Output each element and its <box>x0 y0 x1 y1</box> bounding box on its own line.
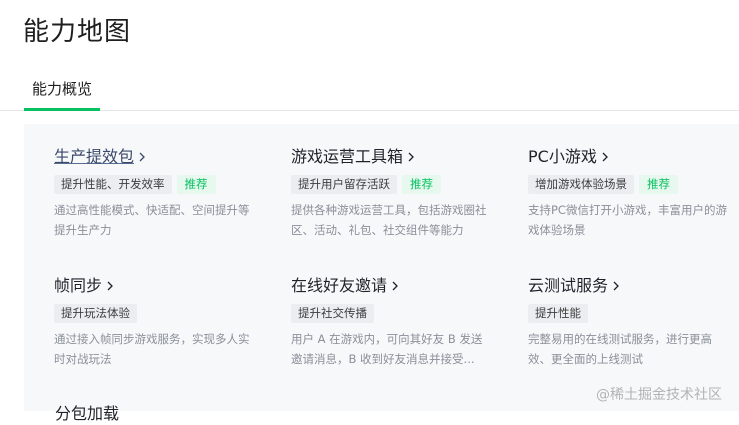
card-title-link[interactable]: PC小游戏 <box>528 146 738 168</box>
chevron-right-icon <box>107 281 113 291</box>
recommend-badge: 推荐 <box>176 175 216 194</box>
feature-tag: 提升玩法体验 <box>54 304 137 323</box>
card-title-text: PC小游戏 <box>528 147 597 166</box>
card-description: 用户 A 在游戏内，可向其好友 B 发送邀请消息，B 收到好友消息并接受... <box>291 332 483 366</box>
card-description: 提供各种游戏运营工具，包括游戏圈社区、活动、礼包、社交组件等能力 <box>291 203 487 237</box>
recommend-badge: 推荐 <box>639 175 678 194</box>
chevron-right-icon <box>392 281 398 291</box>
card-title-text: 云测试服务 <box>528 276 609 295</box>
card-title-link[interactable]: 在线好友邀请 <box>291 275 501 297</box>
card-description: 通过接入帧同步游戏服务，实现多人实时对战玩法 <box>54 332 250 366</box>
watermark-text: @稀土掘金技术社区 <box>596 387 722 403</box>
feature-tag: 提升性能 <box>528 304 588 323</box>
card-title-partial[interactable]: 分包加载 <box>55 403 119 425</box>
card-title-link[interactable]: 帧同步 <box>54 275 264 297</box>
card-title-link[interactable]: 云测试服务 <box>528 275 738 297</box>
capability-card-friend-invite: 在线好友邀请 提升社交传播 用户 A 在游戏内，可向其好友 B 发送邀请消息，B… <box>291 275 501 369</box>
card-description: 通过高性能模式、快适配、空间提升等提升生产力 <box>54 203 250 237</box>
capability-card-pc-minigame: PC小游戏 增加游戏体验场景 推荐 支持PC微信打开小游戏，丰富用户的游戏体验场景 <box>528 146 738 240</box>
chevron-right-icon <box>613 281 619 291</box>
chevron-right-icon <box>139 152 145 162</box>
tab-capability-overview[interactable]: 能力概览 <box>24 78 100 111</box>
feature-tag: 提升社交传播 <box>291 304 374 323</box>
feature-tag: 增加游戏体验场景 <box>528 175 634 194</box>
card-title-text: 生产提效包 <box>54 147 135 166</box>
capability-card-cloud-testing: 云测试服务 提升性能 完整易用的在线测试服务，进行更高效、更全面的上线测试 <box>528 275 738 369</box>
feature-tag: 提升性能、开发效率 <box>54 175 172 194</box>
card-title-text: 在线好友邀请 <box>291 276 388 295</box>
card-description: 支持PC微信打开小游戏，丰富用户的游戏体验场景 <box>528 203 727 237</box>
recommend-badge: 推荐 <box>402 175 441 194</box>
page-title: 能力地图 <box>23 17 132 47</box>
capability-card-frame-sync: 帧同步 提升玩法体验 通过接入帧同步游戏服务，实现多人实时对战玩法 <box>54 275 264 369</box>
feature-tag: 提升用户留存活跃 <box>291 175 397 194</box>
card-title-link[interactable]: 游戏运营工具箱 <box>291 146 501 168</box>
tab-bar: 能力概览 <box>0 70 739 111</box>
capability-card-ops-toolbox: 游戏运营工具箱 提升用户留存活跃 推荐 提供各种游戏运营工具，包括游戏圈社区、活动… <box>291 146 501 240</box>
capability-card-productivity: 生产提效包 提升性能、开发效率 推荐 通过高性能模式、快适配、空间提升等提升生产力 <box>54 146 264 240</box>
card-title-text: 帧同步 <box>54 276 103 295</box>
card-title-link[interactable]: 生产提效包 <box>54 146 264 168</box>
chevron-right-icon <box>408 152 414 162</box>
card-title-text: 游戏运营工具箱 <box>291 147 404 166</box>
chevron-right-icon <box>602 152 608 162</box>
card-description: 完整易用的在线测试服务，进行更高效、更全面的上线测试 <box>528 332 712 366</box>
